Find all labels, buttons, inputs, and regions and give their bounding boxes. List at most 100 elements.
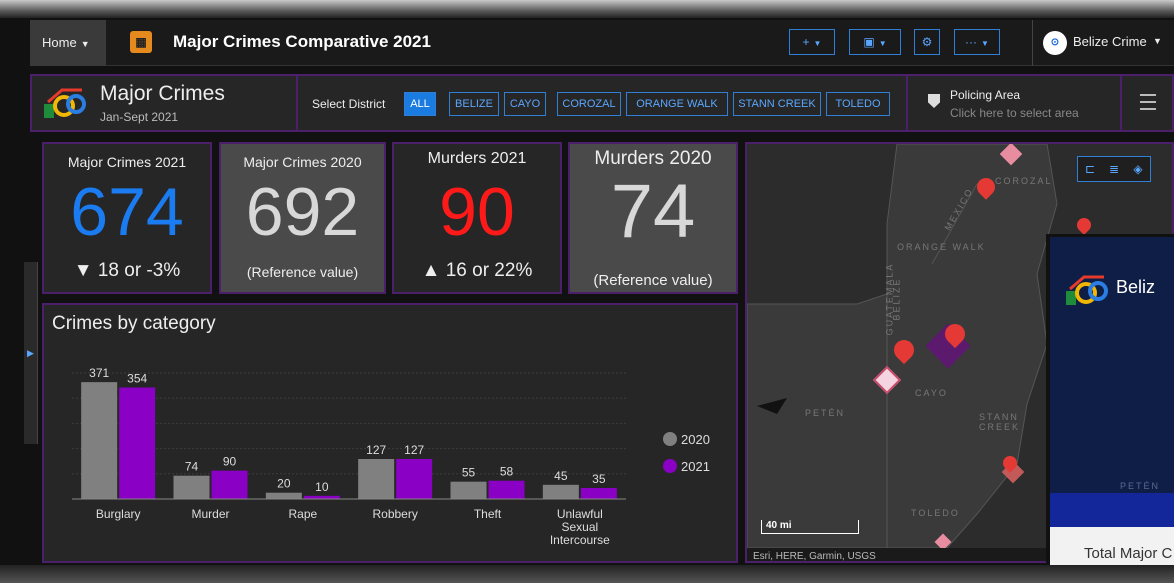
- bar-2021: [396, 458, 433, 499]
- secondary-dashboard-window: Beliz PETÉN Total Major C: [1046, 234, 1174, 583]
- legend-label: 2020: [681, 432, 710, 447]
- category-label: Sexual: [561, 520, 598, 534]
- dashboard-title: Major Crimes: [100, 82, 225, 105]
- data-label: 127: [404, 443, 424, 457]
- org-logo-icon: ⊙: [1043, 31, 1067, 55]
- map-label: ORANGE WALK: [897, 242, 986, 252]
- bar-2021: [119, 387, 156, 499]
- map-label: COROZAL: [995, 176, 1053, 186]
- kpi-title: Murders 2021: [427, 150, 527, 167]
- map-scale-bar: 40 mi: [761, 520, 859, 534]
- category-label: Intercourse: [550, 533, 610, 547]
- legend-icon[interactable]: ≣: [1102, 157, 1126, 181]
- secondary-header: Beliz PETÉN: [1050, 237, 1174, 527]
- save-button[interactable]: ▣ ▼: [849, 29, 901, 55]
- select-district-label: Select District: [312, 97, 386, 111]
- dashboard-screen: Home ▼ ▦ Major Crimes Comparative 2021 + ▼…: [0, 0, 1174, 583]
- header-panel: Major Crimes Jan-Sept 2021 Select Distri…: [30, 74, 1174, 132]
- map-label: CAYO: [915, 388, 948, 398]
- home-label: Home: [42, 35, 77, 50]
- legend-swatch: [663, 459, 677, 473]
- monitor-bezel: [0, 0, 1174, 18]
- org-name: Belize Crime: [1073, 34, 1147, 49]
- org-menu[interactable]: ⊙ Belize Crime ▼: [1032, 20, 1174, 66]
- kpi-value: 74: [610, 169, 696, 254]
- kpi-value: 692: [245, 174, 360, 250]
- divider: [906, 76, 908, 130]
- bar-2020: [542, 484, 579, 499]
- data-label: 90: [223, 455, 237, 469]
- secondary-title: Beliz: [1116, 277, 1156, 297]
- dashboard-app-icon: ▦: [130, 31, 152, 53]
- bar-chart: 371 354 Burglary 74 90 Murder 20 10 Rape 127 127 Ro…: [72, 366, 710, 547]
- bar-2021: [211, 470, 248, 499]
- kpi-reference: (Reference value): [246, 264, 359, 280]
- bar-2021: [580, 487, 617, 499]
- map-toolbar: ⊏ ≣ ◈: [1077, 156, 1151, 182]
- layers-icon[interactable]: ◈: [1126, 157, 1150, 181]
- home-button[interactable]: Home ▼: [30, 20, 106, 66]
- category-label: Unlawful: [557, 507, 603, 521]
- gear-icon: ⚙: [921, 35, 933, 49]
- district-corozal-button[interactable]: COROZAL: [557, 92, 621, 116]
- secondary-banner: [1050, 493, 1174, 527]
- district-cayo-button[interactable]: CAYO: [504, 92, 546, 116]
- district-orange-walk-button[interactable]: ORANGE WALK: [626, 92, 728, 116]
- data-label: 58: [500, 465, 514, 479]
- monitor-bezel: [0, 565, 1174, 583]
- data-label: 55: [462, 466, 476, 480]
- kpi-murders-2020: Murders 2020 74 (Reference value): [568, 142, 738, 294]
- category-label: Murder: [191, 507, 229, 521]
- chevron-right-icon[interactable]: ▶: [27, 348, 34, 359]
- caret-down-icon: ▼: [1153, 36, 1162, 46]
- kpi-value: 674: [70, 174, 184, 250]
- map-label: TOLEDO: [911, 508, 960, 518]
- kpi-change: ▼ 18 or -3%: [73, 260, 181, 281]
- crimes-by-category-panel: Crimes by category 371 354 Burglary 74 90 Mur…: [42, 303, 738, 563]
- bar-2020: [81, 382, 118, 499]
- logo-icon: [1066, 275, 1108, 305]
- divider: [1120, 76, 1122, 130]
- district-toledo-button[interactable]: TOLEDO: [826, 92, 890, 116]
- category-label: Rape: [288, 507, 317, 521]
- map-label: PETÉN: [1120, 481, 1161, 491]
- kpi-title: Major Crimes 2021: [67, 154, 187, 170]
- dashboard-period: Jan-Sept 2021: [100, 110, 179, 124]
- bar-2020: [450, 481, 487, 499]
- more-button[interactable]: ··· ▼: [954, 29, 1000, 55]
- app-title: Major Crimes Comparative 2021: [173, 32, 431, 51]
- data-label: 354: [127, 371, 147, 385]
- policing-area-hint[interactable]: Click here to select area: [950, 106, 1079, 120]
- policing-area-title[interactable]: Policing Area: [950, 88, 1020, 102]
- bar-2021: [488, 480, 525, 499]
- top-bar: Home ▼ ▦ Major Crimes Comparative 2021 + ▼…: [30, 20, 1174, 66]
- caret-down-icon: ▼: [80, 39, 90, 49]
- bar-2020: [358, 458, 395, 499]
- data-label: 20: [277, 477, 291, 491]
- district-belize-button[interactable]: BELIZE: [449, 92, 499, 116]
- map-label: STANN CREEK: [979, 412, 1021, 432]
- data-label: 10: [315, 480, 329, 494]
- data-label: 45: [554, 469, 568, 483]
- data-label: 371: [89, 366, 109, 380]
- kpi-title: Major Crimes 2020: [243, 154, 362, 170]
- hamburger-menu-icon[interactable]: [1140, 94, 1156, 110]
- kpi-major-crimes-2021: Major Crimes 2021 674 ▼ 18 or -3%: [42, 142, 212, 294]
- kpi-value: 90: [439, 174, 515, 250]
- bar-2020: [265, 492, 302, 499]
- settings-button[interactable]: ⚙: [914, 29, 940, 55]
- save-icon: ▣: [863, 35, 875, 49]
- data-label: 127: [366, 443, 386, 457]
- secondary-label: Total Major C: [1084, 545, 1173, 562]
- district-all-button[interactable]: ALL: [404, 92, 436, 116]
- bookmark-icon[interactable]: ⊏: [1078, 157, 1102, 181]
- logo-icon: [44, 88, 86, 118]
- legend-swatch: [663, 432, 677, 446]
- kpi-title: Murders 2020: [594, 148, 712, 169]
- bar-2020: [173, 475, 210, 499]
- divider: [296, 76, 298, 130]
- district-stann-creek-button[interactable]: STANN CREEK: [733, 92, 821, 116]
- add-button[interactable]: + ▼: [789, 29, 835, 55]
- map-label: PETÉN: [805, 408, 846, 418]
- data-label: 35: [592, 472, 606, 486]
